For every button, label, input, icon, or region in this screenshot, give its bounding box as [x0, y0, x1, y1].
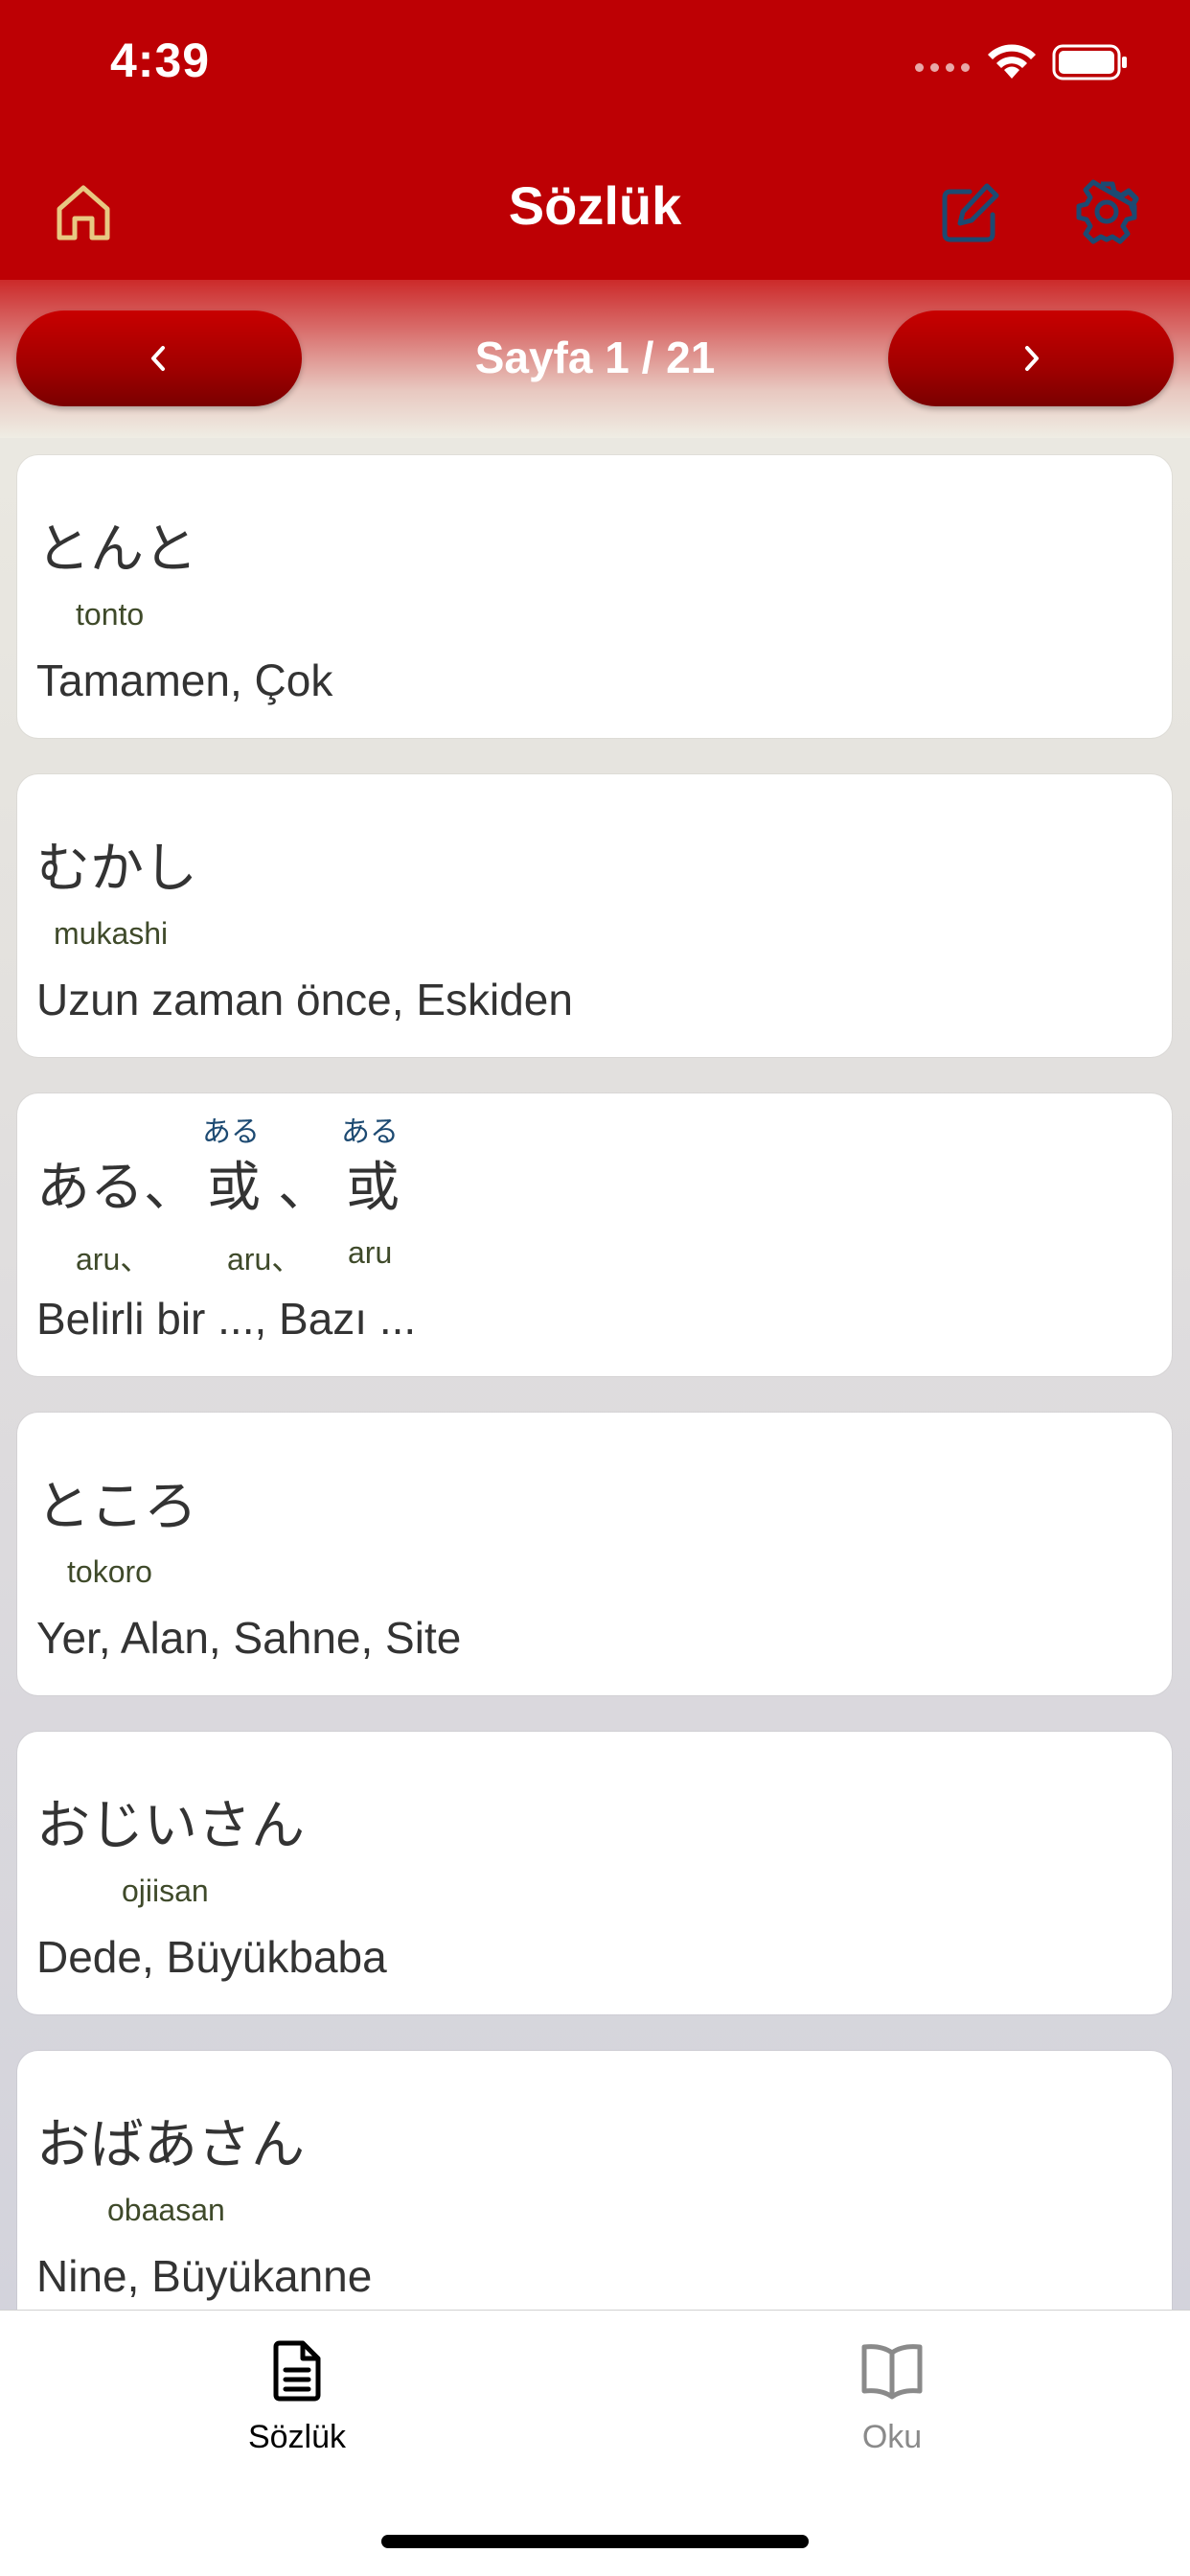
page-title: Sözlük	[508, 175, 682, 236]
entry-kana: 、	[278, 1157, 332, 1219]
entry-kanji: 或	[346, 1157, 400, 1219]
edit-icon[interactable]	[937, 178, 1004, 245]
entry-romaji: aru、	[76, 1242, 151, 1276]
entry-romaji: tonto	[76, 597, 145, 632]
next-page-button[interactable]	[888, 310, 1174, 406]
tab-sozluk[interactable]: Sözlük	[153, 2339, 441, 2456]
tab-label: Sözlük	[247, 2419, 347, 2455]
tab-label: Oku	[861, 2419, 923, 2455]
entry-kana: とんと	[36, 518, 197, 581]
entry-meaning: Nine, Büyükanne	[36, 2251, 373, 2301]
entry-card[interactable]: とんと tonto Tamamen, Çok	[17, 455, 1172, 738]
entry-romaji: ojiisan	[122, 1874, 209, 1908]
entry-romaji: tokoro	[67, 1554, 152, 1589]
entry-kana: おじいさん	[36, 1795, 305, 1857]
entry-kana: ところ	[36, 1476, 197, 1538]
entry-kana: ある、	[36, 1157, 197, 1219]
entry-card[interactable]: むかし mukashi Uzun zaman önce, Eskiden	[17, 774, 1172, 1057]
app-screen: 4:39 Sözlük Sayfa 1 / 21 とんと tonto Tamam…	[0, 0, 1190, 2576]
home-indicator	[381, 2535, 809, 2548]
entry-card[interactable]: おじいさん ojiisan Dede, Büyükbaba	[17, 1732, 1172, 2014]
battery-icon	[1052, 44, 1127, 80]
entry-kana: むかし	[36, 838, 197, 900]
signal-icon	[915, 63, 970, 72]
book-icon	[861, 2344, 923, 2400]
entry-romaji: obaasan	[107, 2193, 225, 2227]
tab-oku[interactable]: Oku	[748, 2339, 1036, 2456]
document-icon	[273, 2340, 321, 2402]
entry-meaning: Tamamen, Çok	[36, 656, 333, 705]
entry-meaning: Yer, Alan, Sahne, Site	[36, 1613, 462, 1663]
entry-meaning: Belirli bir ..., Bazı ...	[36, 1294, 417, 1344]
entry-meaning: Uzun zaman önce, Eskiden	[36, 975, 573, 1024]
status-time: 4:39	[110, 34, 211, 87]
gear-icon[interactable]	[1073, 178, 1140, 245]
entry-romaji: mukashi	[54, 916, 169, 951]
pager: Sayfa 1 / 21	[0, 280, 1190, 438]
entry-card[interactable]: ある ある ある、 或 、 或 aru、 aru、 aru Belirli bi…	[17, 1093, 1172, 1376]
header: 4:39 Sözlük	[0, 0, 1190, 280]
entry-romaji: aru、	[227, 1242, 303, 1276]
entry-card[interactable]: おばあさん obaasan Nine, Büyükanne	[17, 2051, 1172, 2334]
chevron-right-icon	[1025, 346, 1039, 371]
wifi-icon	[988, 44, 1036, 79]
entry-kana: おばあさん	[36, 2114, 305, 2176]
entry-meaning: Dede, Büyükbaba	[36, 1932, 387, 1982]
entry-kanji: 或	[207, 1157, 261, 1219]
entry-card[interactable]: ところ tokoro Yer, Alan, Sahne, Site	[17, 1413, 1172, 1695]
entry-romaji: aru	[348, 1235, 393, 1270]
